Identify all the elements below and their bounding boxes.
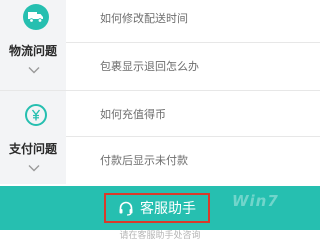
question-item[interactable]: 付款后显示未付款	[100, 152, 188, 168]
footnote-text: 请在客服助手处咨询	[119, 231, 201, 241]
chevron-down-icon[interactable]	[28, 164, 40, 172]
headset-icon	[119, 201, 133, 216]
category-icon-logistics[interactable]	[23, 4, 49, 30]
chevron-down-icon[interactable]	[28, 66, 40, 74]
divider	[66, 42, 320, 43]
watermark: Win7	[232, 192, 279, 210]
question-item[interactable]: 如何修改配送时间	[100, 10, 188, 26]
category-label-logistics[interactable]: 物流问题	[0, 42, 66, 59]
divider	[0, 90, 320, 91]
question-item[interactable]: 如何充值得币	[100, 106, 166, 122]
question-item[interactable]: 包裹显示退回怎么办	[100, 58, 199, 74]
customer-service-button[interactable]: 客服助手	[104, 193, 210, 223]
customer-service-label: 客服助手	[140, 201, 196, 217]
divider	[66, 136, 320, 137]
category-icon-payment[interactable]	[25, 104, 47, 126]
truck-icon	[28, 12, 43, 23]
yen-coin-icon	[31, 109, 41, 121]
category-label-payment[interactable]: 支付问题	[0, 140, 66, 157]
